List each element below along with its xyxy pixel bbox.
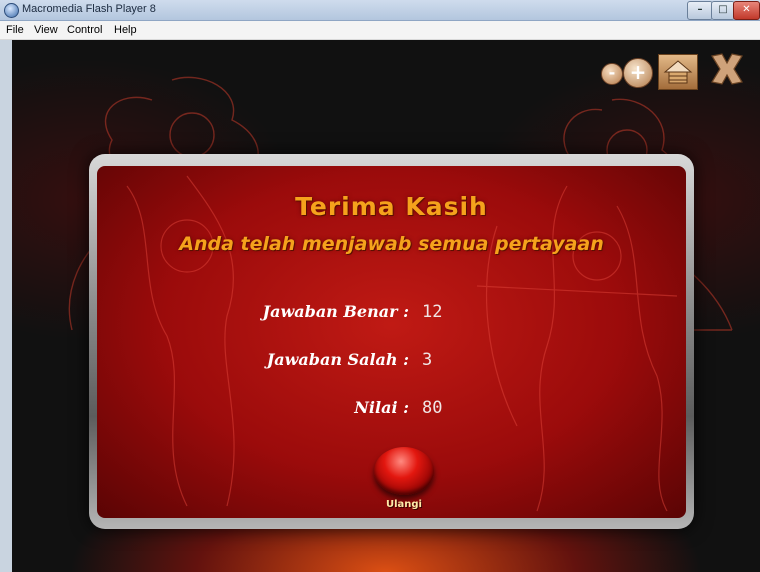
result-title: Terima Kasih [295, 192, 488, 221]
close-icon [711, 53, 743, 85]
minus-icon: - [608, 63, 616, 82]
maximize-button[interactable]: □ [711, 1, 735, 20]
wrong-answers-label: Jawaban Salah : [266, 350, 409, 369]
retry-button[interactable] [374, 447, 434, 495]
menu-file[interactable]: File [6, 24, 24, 36]
exit-button[interactable] [708, 50, 746, 88]
result-subtitle: Anda telah menjawab semua pertayaan [179, 233, 604, 255]
minimize-button[interactable]: – [687, 1, 713, 20]
correct-answers-label: Jawaban Benar : [262, 302, 409, 321]
wrong-answers-value: 3 [422, 350, 433, 370]
home-icon [663, 60, 693, 84]
menu-bar: File View Control Help [0, 21, 760, 40]
result-panel: Terima Kasih Anda telah menjawab semua p… [97, 166, 686, 518]
plus-icon: + [629, 60, 647, 84]
score-value: 80 [422, 398, 443, 418]
close-icon: ✕ [742, 4, 751, 15]
home-button[interactable] [658, 54, 698, 90]
flash-player-icon [4, 3, 19, 18]
zoom-out-button[interactable]: - [601, 63, 623, 85]
maximize-icon: □ [718, 4, 728, 15]
correct-answers-value: 12 [422, 302, 443, 322]
retry-button-label[interactable]: Ulangi [374, 499, 434, 510]
window-title: Macromedia Flash Player 8 [22, 3, 156, 15]
minimize-icon: – [697, 4, 703, 15]
close-window-button[interactable]: ✕ [733, 1, 760, 20]
score-label: Nilai : [354, 398, 409, 417]
window-titlebar: Macromedia Flash Player 8 – □ ✕ [0, 0, 760, 21]
zoom-in-button[interactable]: + [623, 58, 653, 88]
menu-help[interactable]: Help [114, 24, 137, 36]
menu-view[interactable]: View [34, 24, 58, 36]
flash-stage: - + Terima Kasih Anda telah menjawab sem… [12, 40, 760, 572]
menu-control[interactable]: Control [67, 24, 102, 36]
